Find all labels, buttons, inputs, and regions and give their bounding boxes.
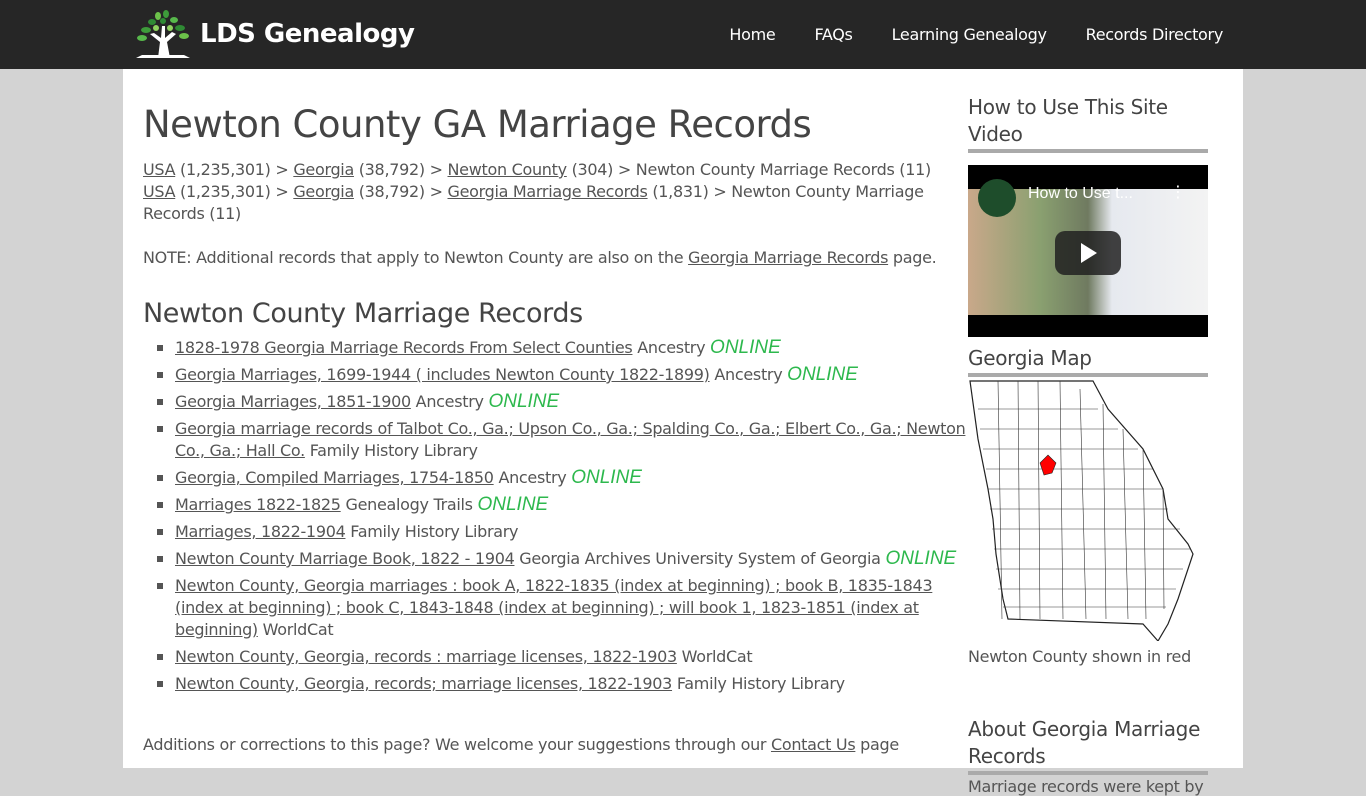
breadcrumb-current: Newton County Marriage Records (11) — [635, 160, 931, 179]
record-source: WorldCat — [681, 647, 753, 666]
corrections-text: Additions or corrections to this page? W… — [143, 735, 771, 754]
record-item: Newton County, Georgia marriages : book … — [143, 575, 973, 641]
online-badge: ONLINE — [885, 548, 957, 569]
breadcrumb-count: (304) > — [566, 160, 636, 179]
record-item: Georgia, Compiled Marriages, 1754-1850 A… — [143, 467, 973, 489]
record-link[interactable]: Georgia Marriages, 1699-1944 ( includes … — [175, 365, 710, 384]
contact-us-link[interactable]: Contact Us — [771, 735, 856, 754]
record-item: 1828-1978 Georgia Marriage Records From … — [143, 337, 973, 359]
record-item: Marriages 1822-1825 Genealogy Trails ONL… — [143, 494, 973, 516]
breadcrumb-link-usa[interactable]: USA — [143, 182, 176, 201]
record-item: Newton County, Georgia, records : marria… — [143, 646, 973, 668]
breadcrumb-count: (1,831) > — [647, 182, 732, 201]
play-button-icon[interactable] — [1055, 231, 1121, 275]
corrections-text: page — [855, 735, 899, 754]
breadcrumb-link-georgia-marriage-records[interactable]: Georgia Marriage Records — [448, 182, 648, 201]
online-badge: ONLINE — [787, 364, 858, 385]
sidebar: How to Use This Site Video How to Use t.… — [968, 69, 1208, 796]
video-title: How to Use t... — [1028, 185, 1133, 202]
note-text: NOTE: Additional records that apply to N… — [143, 248, 689, 267]
online-badge: ONLINE — [477, 494, 549, 515]
note-text: page. — [888, 248, 937, 267]
corrections-note: Additions or corrections to this page? W… — [143, 735, 899, 754]
page-title: Newton County GA Marriage Records — [143, 103, 812, 146]
online-badge: ONLINE — [710, 337, 781, 358]
breadcrumb-count: (38,792) > — [353, 182, 448, 201]
record-link[interactable]: 1828-1978 Georgia Marriage Records From … — [175, 338, 633, 357]
main-nav: Home FAQs Learning Genealogy Records Dir… — [690, 0, 1223, 69]
section-title: Newton County Marriage Records — [143, 298, 583, 329]
record-link[interactable]: Marriages 1822-1825 — [175, 495, 341, 514]
breadcrumb-link-georgia[interactable]: Georgia — [293, 160, 354, 179]
record-source: Family History Library — [350, 522, 519, 541]
site-header: LDS Genealogy Home FAQs Learning Genealo… — [0, 0, 1366, 69]
video-heading: How to Use This Site Video — [968, 94, 1208, 153]
record-item: Georgia Marriages, 1851-1900 Ancestry ON… — [143, 391, 973, 413]
breadcrumb-count: (1,235,301) > — [175, 160, 294, 179]
online-badge: ONLINE — [571, 467, 642, 488]
online-badge: ONLINE — [488, 391, 560, 412]
site-logo[interactable]: LDS Genealogy — [132, 8, 415, 60]
record-item: Georgia Marriages, 1699-1944 ( includes … — [143, 364, 973, 386]
record-link[interactable]: Georgia, Compiled Marriages, 1754-1850 — [175, 468, 494, 487]
record-source: Georgia Archives University System of Ge… — [519, 549, 881, 568]
note: NOTE: Additional records that apply to N… — [143, 247, 963, 269]
record-source: Family History Library — [309, 441, 478, 460]
record-source: Ancestry — [637, 338, 706, 357]
record-item: Newton County Marriage Book, 1822 - 1904… — [143, 548, 973, 570]
records-list: 1828-1978 Georgia Marriage Records From … — [143, 337, 966, 695]
nav-learning-genealogy[interactable]: Learning Genealogy — [892, 25, 1047, 44]
main-column: Newton County GA Marriage Records USA (1… — [143, 69, 966, 700]
record-source: Ancestry — [714, 365, 783, 384]
record-item: Georgia marriage records of Talbot Co., … — [143, 418, 973, 462]
nav-records-directory[interactable]: Records Directory — [1086, 25, 1224, 44]
record-item: Marriages, 1822-1904 Family History Libr… — [143, 521, 973, 543]
record-source: Genealogy Trails — [345, 495, 473, 514]
channel-logo-icon — [978, 179, 1016, 217]
record-source: Family History Library — [676, 674, 845, 693]
note-link-georgia-marriage-records[interactable]: Georgia Marriage Records — [688, 248, 888, 267]
how-to-video-player[interactable]: How to Use t... ⋮ — [968, 165, 1208, 337]
breadcrumb-link-newton-county[interactable]: Newton County — [448, 160, 568, 179]
record-source: WorldCat — [262, 620, 334, 639]
more-options-icon[interactable]: ⋮ — [1170, 184, 1186, 200]
breadcrumbs: USA (1,235,301) > Georgia (38,792) > New… — [143, 159, 963, 225]
georgia-county-map — [969, 380, 1194, 643]
breadcrumb-link-georgia[interactable]: Georgia — [293, 182, 354, 201]
record-item: Newton County, Georgia, records; marriag… — [143, 673, 973, 695]
record-link[interactable]: Newton County Marriage Book, 1822 - 1904 — [175, 549, 515, 568]
record-link[interactable]: Marriages, 1822-1904 — [175, 522, 346, 541]
georgia-outline — [969, 380, 1194, 643]
breadcrumb-count: (38,792) > — [353, 160, 448, 179]
record-link[interactable]: Newton County, Georgia, records; marriag… — [175, 674, 672, 693]
about-text: Marriage records were kept by — [968, 777, 1204, 796]
record-link[interactable]: Newton County, Georgia, records : marria… — [175, 647, 677, 666]
record-source: Ancestry — [498, 468, 567, 487]
tree-logo-icon — [136, 10, 190, 58]
map-caption: Newton County shown in red — [968, 647, 1191, 666]
logo-text: LDS Genealogy — [200, 19, 415, 49]
breadcrumb-count: (1,235,301) > — [175, 182, 294, 201]
breadcrumb: USA (1,235,301) > Georgia (38,792) > New… — [143, 159, 963, 181]
nav-home[interactable]: Home — [729, 25, 775, 44]
record-source: Ancestry — [415, 392, 484, 411]
page-content: Newton County GA Marriage Records USA (1… — [123, 69, 1243, 796]
map-heading: Georgia Map — [968, 345, 1208, 377]
record-link[interactable]: Georgia marriage records of Talbot Co., … — [175, 419, 966, 460]
breadcrumb-link-usa[interactable]: USA — [143, 160, 176, 179]
nav-faqs[interactable]: FAQs — [814, 25, 852, 44]
record-link[interactable]: Georgia Marriages, 1851-1900 — [175, 392, 411, 411]
about-heading: About Georgia Marriage Records — [968, 716, 1208, 775]
breadcrumb: USA (1,235,301) > Georgia (38,792) > Geo… — [143, 181, 963, 225]
